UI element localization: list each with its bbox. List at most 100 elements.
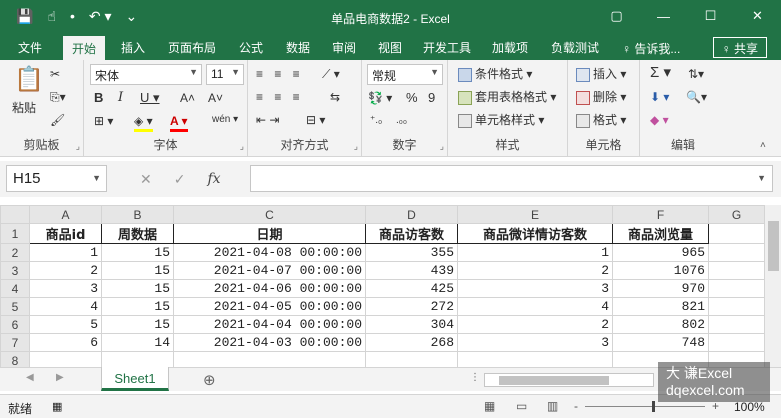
column-header-e[interactable]: E xyxy=(457,205,613,224)
paste-icon[interactable]: 📋 xyxy=(14,66,44,94)
delete-cells-button[interactable]: 删除 ▾ xyxy=(576,89,626,105)
empty-cell[interactable] xyxy=(708,223,765,244)
column-header-f[interactable]: F xyxy=(612,205,709,224)
sort-filter-button[interactable]: ⇅▾ xyxy=(688,66,704,82)
sheet-tab-sheet1[interactable]: Sheet1 xyxy=(101,367,169,391)
data-cell[interactable]: 2 xyxy=(457,261,613,280)
name-box[interactable]: H15 ▼ xyxy=(6,165,107,192)
next-sheet-icon[interactable]: ▶ xyxy=(56,372,64,383)
data-cell[interactable]: 2021-04-07 00:00:00 xyxy=(173,261,366,280)
data-cell[interactable]: 15 xyxy=(101,315,174,334)
data-cell[interactable]: 268 xyxy=(365,333,458,352)
vertical-scroll-thumb[interactable] xyxy=(768,221,779,271)
phonetic-button[interactable]: wén ▾ xyxy=(212,112,238,128)
column-header-d[interactable]: D xyxy=(365,205,458,224)
data-cell[interactable]: 2 xyxy=(29,261,102,280)
column-header-b[interactable]: B xyxy=(101,205,174,224)
insert-function-icon[interactable]: fx xyxy=(207,171,220,188)
add-sheet-icon[interactable]: ⊕ xyxy=(203,371,216,389)
data-cell[interactable]: 304 xyxy=(365,315,458,334)
data-cell[interactable]: 15 xyxy=(101,243,174,262)
data-cell[interactable]: 1 xyxy=(29,243,102,262)
horizontal-scroll-thumb[interactable] xyxy=(499,376,609,385)
format-painter-icon[interactable]: 🖌 xyxy=(50,112,65,128)
row-header[interactable]: 4 xyxy=(0,279,30,298)
tab-developer[interactable]: 开发工具 xyxy=(423,39,471,56)
data-cell[interactable]: 272 xyxy=(365,297,458,316)
data-cell[interactable]: 4 xyxy=(457,297,613,316)
macro-record-icon[interactable]: ▦ xyxy=(52,400,62,413)
cancel-entry-icon[interactable]: ✕ xyxy=(140,171,152,188)
tab-addins[interactable]: 加载项 xyxy=(492,39,528,56)
fill-button[interactable]: ⬇ ▾ xyxy=(650,89,669,105)
confirm-entry-icon[interactable]: ✓ xyxy=(174,171,186,188)
data-cell[interactable]: 1076 xyxy=(612,261,709,280)
number-format-select[interactable]: 常规 ▼ xyxy=(367,64,443,85)
clear-button[interactable]: ◆ ▾ xyxy=(650,112,669,128)
cell-grid[interactable]: A B C D E F G 1 商品id 周数据 日期 商品访客数 商品微详情访… xyxy=(0,205,765,370)
data-cell[interactable]: 5 xyxy=(29,315,102,334)
autosum-button[interactable]: Σ ▾ xyxy=(650,65,671,81)
data-cell[interactable]: 2021-04-05 00:00:00 xyxy=(173,297,366,316)
increase-decimal-button[interactable]: ⁺.₀ xyxy=(370,113,382,129)
tell-me-search[interactable]: ♀ 告诉我... xyxy=(622,40,680,57)
page-layout-view-icon[interactable]: ▭ xyxy=(516,399,527,413)
data-cell[interactable]: 970 xyxy=(612,279,709,298)
copy-icon[interactable]: ⎘▾ xyxy=(50,89,66,105)
data-cell[interactable]: 821 xyxy=(612,297,709,316)
data-cell[interactable]: 425 xyxy=(365,279,458,298)
cell-styles-button[interactable]: 单元格样式 ▾ xyxy=(458,112,544,128)
insert-cells-button[interactable]: 插入 ▾ xyxy=(576,66,626,82)
zoom-level[interactable]: 100% xyxy=(734,400,765,414)
format-as-table-button[interactable]: 套用表格格式 ▾ xyxy=(458,89,556,105)
row-header[interactable]: 7 xyxy=(0,333,30,352)
font-launcher-icon[interactable]: ⌟ xyxy=(240,141,244,152)
share-button[interactable]: ♀ 共享 xyxy=(712,37,767,58)
column-header-a[interactable]: A xyxy=(29,205,102,224)
indent-buttons[interactable]: ⇤ ⇥ xyxy=(256,112,279,128)
italic-button[interactable]: I xyxy=(118,90,123,106)
tab-review[interactable]: 审阅 xyxy=(332,39,356,56)
empty-cell[interactable] xyxy=(708,279,765,298)
tab-formulas[interactable]: 公式 xyxy=(239,39,263,56)
vertical-scrollbar[interactable] xyxy=(764,205,781,367)
clipboard-launcher-icon[interactable]: ⌟ xyxy=(76,141,80,152)
minimize-icon[interactable]: — xyxy=(640,0,687,32)
font-name-select[interactable]: 宋体 ▼ xyxy=(90,64,202,85)
data-cell[interactable]: 15 xyxy=(101,297,174,316)
tab-file[interactable]: 文件 xyxy=(18,39,42,56)
number-launcher-icon[interactable]: ⌟ xyxy=(440,141,444,152)
data-cell[interactable]: 802 xyxy=(612,315,709,334)
fill-color-button[interactable]: ◈ ▾ xyxy=(134,113,153,132)
data-cell[interactable]: 2021-04-04 00:00:00 xyxy=(173,315,366,334)
tab-home[interactable]: 开始 xyxy=(63,36,106,60)
data-cell[interactable]: 2 xyxy=(457,315,613,334)
alignment-launcher-icon[interactable]: ⌟ xyxy=(354,141,358,152)
empty-cell[interactable] xyxy=(708,243,765,262)
collapse-ribbon-icon[interactable]: ˄ xyxy=(760,138,766,154)
header-cell[interactable]: 商品id xyxy=(29,223,102,244)
data-cell[interactable]: 2021-04-03 00:00:00 xyxy=(173,333,366,352)
tab-data[interactable]: 数据 xyxy=(286,39,310,56)
row-header[interactable]: 6 xyxy=(0,315,30,334)
header-cell[interactable]: 商品访客数 xyxy=(365,223,458,244)
select-all-corner[interactable] xyxy=(0,205,30,224)
bold-button[interactable]: B xyxy=(94,90,103,106)
font-size-select[interactable]: 11 ▼ xyxy=(206,64,244,85)
currency-button[interactable]: 💱 ▾ xyxy=(368,90,392,106)
vertical-align-buttons[interactable]: ≡ ≡ ≡ xyxy=(256,66,304,82)
comma-button[interactable]: 9 xyxy=(428,90,435,106)
worksheet[interactable]: A B C D E F G 1 商品id 周数据 日期 商品访客数 商品微详情访… xyxy=(0,205,781,370)
data-cell[interactable]: 4 xyxy=(29,297,102,316)
empty-cell[interactable] xyxy=(708,261,765,280)
data-cell[interactable]: 3 xyxy=(457,333,613,352)
header-cell[interactable]: 商品浏览量 xyxy=(612,223,709,244)
prev-sheet-icon[interactable]: ◀ xyxy=(26,372,34,383)
decrease-decimal-button[interactable]: .₀₀ xyxy=(396,113,407,129)
tab-load-test[interactable]: 负载测试 xyxy=(551,39,599,56)
data-cell[interactable]: 6 xyxy=(29,333,102,352)
find-select-button[interactable]: 🔍▾ xyxy=(686,89,707,105)
format-cells-button[interactable]: 格式 ▾ xyxy=(576,112,626,128)
row-header[interactable]: 3 xyxy=(0,261,30,280)
tab-insert[interactable]: 插入 xyxy=(121,39,145,56)
